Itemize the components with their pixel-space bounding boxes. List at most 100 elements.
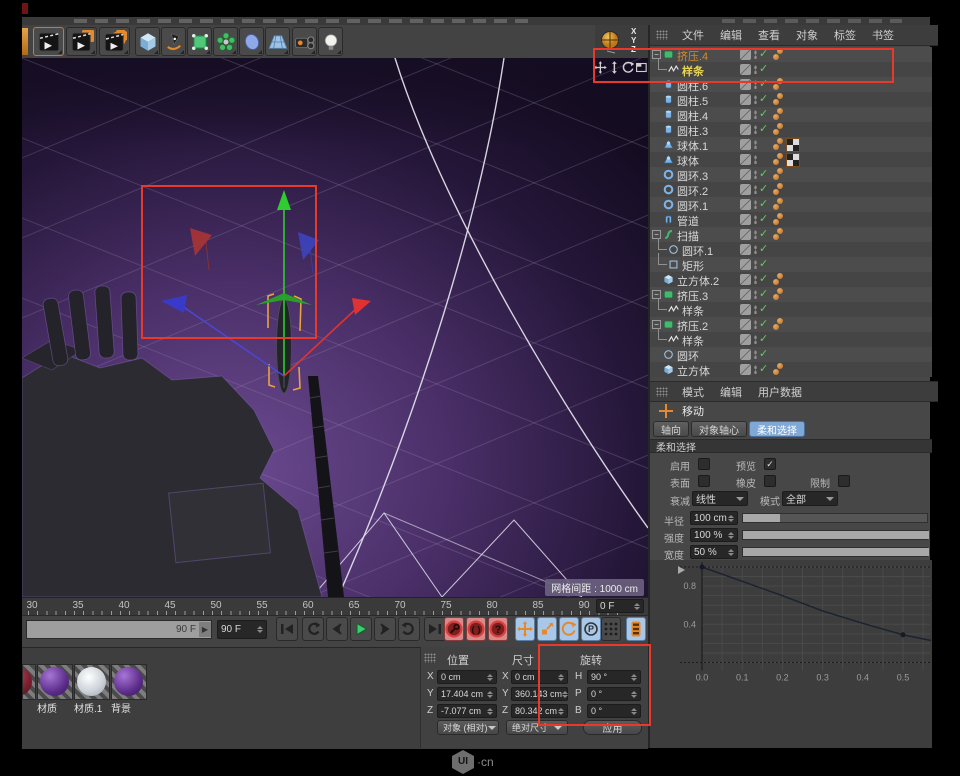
layer-tag-icon[interactable] <box>740 124 751 135</box>
visibility-dots-icon[interactable] <box>754 110 757 119</box>
slider-track-半径[interactable] <box>742 513 928 523</box>
visibility-dots-icon[interactable] <box>754 290 757 299</box>
visibility-dots-icon[interactable] <box>754 245 757 254</box>
panel-grip[interactable] <box>656 30 668 40</box>
record-position-button[interactable] <box>515 617 535 641</box>
maximize-view-icon[interactable] <box>635 61 648 74</box>
slider-track-强度[interactable] <box>742 530 928 540</box>
om-menu-对象[interactable]: 对象 <box>796 27 818 43</box>
section-header[interactable]: 柔和选择 <box>650 439 932 453</box>
go-to-end-button[interactable] <box>424 617 446 641</box>
checkbox-启用[interactable] <box>698 458 710 470</box>
layer-tag-icon[interactable] <box>740 64 751 75</box>
enabled-check-icon[interactable]: ✓ <box>759 47 768 60</box>
material-thumb-3[interactable] <box>111 664 147 700</box>
record-parameter-button[interactable]: P <box>581 617 601 641</box>
object-row[interactable]: 立方体.2✓ <box>650 272 932 287</box>
record-selection-button[interactable]: ( ) <box>466 617 486 641</box>
record-help-button[interactable]: ? <box>488 617 508 641</box>
slider-value-半径[interactable]: 100 cm <box>690 511 738 525</box>
coord-value-field[interactable]: 360.143 cm <box>511 687 568 701</box>
layer-tag-icon[interactable] <box>740 109 751 120</box>
phong-tag-icon[interactable] <box>773 198 787 211</box>
current-frame-field[interactable]: 90 F <box>217 620 267 639</box>
tab-对象轴心[interactable]: 对象轴心 <box>691 421 747 437</box>
visibility-dots-icon[interactable] <box>754 260 757 269</box>
object-row[interactable]: 样条✓ <box>650 332 932 347</box>
phong-tag-icon[interactable] <box>773 78 787 91</box>
next-key-button[interactable] <box>374 617 396 641</box>
apply-button[interactable]: 应用 <box>583 720 642 735</box>
object-row[interactable]: 管道✓ <box>650 212 932 227</box>
object-name[interactable]: 立方体 <box>677 363 710 379</box>
enabled-check-icon[interactable]: ✓ <box>759 242 768 255</box>
toolbar-subdivision-surface-button[interactable] <box>187 27 212 56</box>
material-thumb-1[interactable] <box>37 664 73 700</box>
enabled-check-icon[interactable]: ✓ <box>759 92 768 105</box>
coord-value-field[interactable]: -7.077 cm <box>437 704 497 718</box>
layer-tag-icon[interactable] <box>740 154 751 165</box>
layer-tag-icon[interactable] <box>740 169 751 180</box>
object-mode-combo[interactable]: 对象 (相对) <box>437 720 499 735</box>
enabled-check-icon[interactable]: ✓ <box>759 167 768 180</box>
viewport[interactable]: 网格间距 : 1000 cm <box>22 58 648 597</box>
toolbar-metaball-button[interactable] <box>239 27 264 56</box>
layer-tag-icon[interactable] <box>740 304 751 315</box>
object-row[interactable]: −扫描✓ <box>650 227 932 242</box>
object-row[interactable]: 球体 <box>650 152 932 167</box>
visibility-dots-icon[interactable] <box>754 305 757 314</box>
object-row[interactable]: 立方体✓ <box>650 362 932 377</box>
visibility-dots-icon[interactable] <box>754 230 757 239</box>
object-row[interactable]: 矩形✓ <box>650 257 932 272</box>
visibility-dots-icon[interactable] <box>754 320 757 329</box>
dropdown-衰减[interactable]: 线性 <box>692 491 748 506</box>
enabled-check-icon[interactable]: ✓ <box>759 122 768 135</box>
layer-tag-icon[interactable] <box>740 274 751 285</box>
pan-icon[interactable] <box>594 61 607 74</box>
layer-tag-icon[interactable] <box>740 349 751 360</box>
panel-grip2[interactable] <box>656 387 668 397</box>
dropdown-模式[interactable]: 全部 <box>782 491 838 506</box>
toolbar-partial-icon[interactable] <box>22 28 28 55</box>
phong-tag-icon[interactable] <box>773 228 787 241</box>
record-rotation-button[interactable] <box>559 617 579 641</box>
material-thumb-partial[interactable] <box>22 664 36 700</box>
layer-tag-icon[interactable] <box>740 94 751 105</box>
om-menu-编辑[interactable]: 编辑 <box>720 27 742 43</box>
object-row[interactable]: −挤压.4✓ <box>650 47 932 62</box>
coord-value-field[interactable]: 0 cm <box>437 670 497 684</box>
am-menu-编辑[interactable]: 编辑 <box>720 384 742 400</box>
visibility-dots-icon[interactable] <box>754 275 757 284</box>
tab-柔和选择[interactable]: 柔和选择 <box>749 421 805 437</box>
phong-tag-icon[interactable] <box>773 168 787 181</box>
visibility-dots-icon[interactable] <box>754 185 757 194</box>
am-menu-模式[interactable]: 模式 <box>682 384 704 400</box>
phong-tag-icon[interactable] <box>773 108 787 121</box>
visibility-dots-icon[interactable] <box>754 80 757 89</box>
visibility-dots-icon[interactable] <box>754 155 757 164</box>
timeline-ruler[interactable]: 30354045505560657075808590 <box>22 597 648 616</box>
checkbox-限制[interactable] <box>838 475 850 487</box>
om-menu-书签[interactable]: 书签 <box>872 27 894 43</box>
toolbar-render-settings-button[interactable] <box>99 27 130 56</box>
phong-tag-icon[interactable] <box>773 213 787 226</box>
visibility-dots-icon[interactable] <box>754 65 757 74</box>
enabled-check-icon[interactable]: ✓ <box>759 302 768 315</box>
phong-tag-icon[interactable] <box>773 273 787 286</box>
rotate-view-icon[interactable] <box>622 61 635 74</box>
layer-tag-icon[interactable] <box>740 364 751 375</box>
object-row[interactable]: 圆环✓ <box>650 347 932 362</box>
toolbar-cube-primitive-button[interactable] <box>135 27 160 56</box>
om-menu-文件[interactable]: 文件 <box>682 27 704 43</box>
object-row[interactable]: 样条✓ <box>650 62 932 77</box>
phong-tag-icon[interactable] <box>773 138 787 151</box>
object-row[interactable]: 圆柱.6✓ <box>650 77 932 92</box>
coordinates-grip[interactable] <box>424 653 436 663</box>
visibility-dots-icon[interactable] <box>754 50 757 59</box>
visibility-dots-icon[interactable] <box>754 335 757 344</box>
object-row[interactable]: 圆环.3✓ <box>650 167 932 182</box>
enabled-check-icon[interactable]: ✓ <box>759 197 768 210</box>
layer-tag-icon[interactable] <box>740 259 751 270</box>
slider-value-强度[interactable]: 100 % <box>690 528 738 542</box>
layout-film-button[interactable] <box>626 617 646 641</box>
